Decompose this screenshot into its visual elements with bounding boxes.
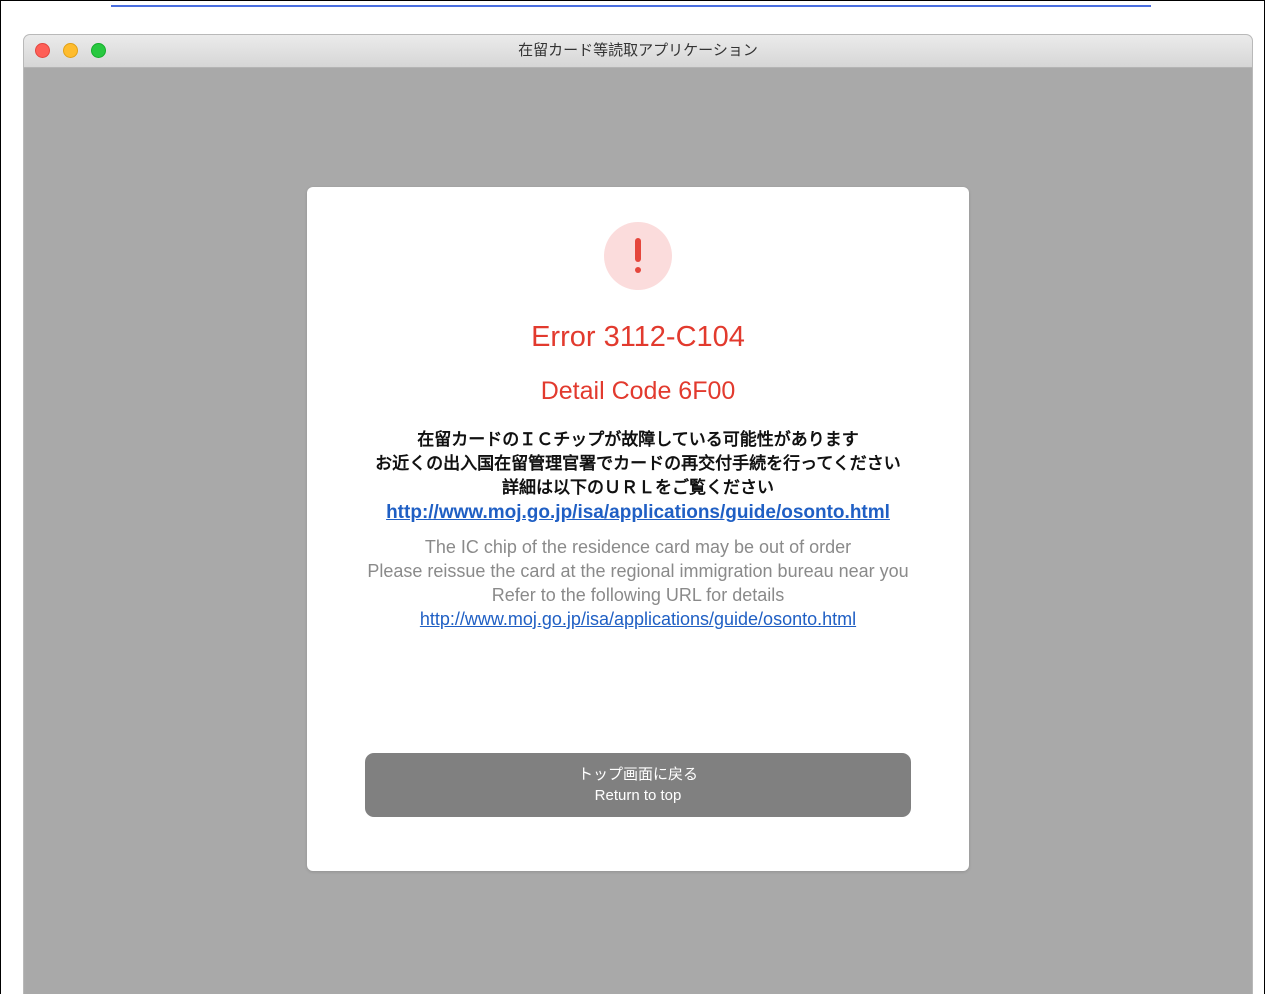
exclamation-dot xyxy=(635,267,641,273)
exclamation-bar xyxy=(635,238,641,262)
return-button-label-ja: トップ画面に戻る xyxy=(577,766,698,783)
screenshot-page: 在留カード等読取アプリケーション Error 3112-C104 Detail … xyxy=(0,0,1265,994)
window-title: 在留カード等読取アプリケーション xyxy=(518,42,758,59)
error-dialog: Error 3112-C104 Detail Code 6F00 在留カードのＩ… xyxy=(307,187,969,871)
japanese-message-line: 詳細は以下のＵＲＬをご覧ください xyxy=(502,478,774,497)
detail-code: Detail Code 6F00 xyxy=(540,377,736,405)
window-titlebar[interactable]: 在留カード等読取アプリケーション xyxy=(24,35,1252,68)
exclamation-circle-icon xyxy=(604,222,672,290)
app-window: 在留カード等読取アプリケーション Error 3112-C104 Detail … xyxy=(23,34,1253,994)
english-message-line: The IC chip of the residence card may be… xyxy=(424,537,852,557)
japanese-message-line: 在留カードのＩＣチップが故障している可能性があります xyxy=(417,430,859,449)
english-message-line: Please reissue the card at the regional … xyxy=(367,561,909,581)
english-message: The IC chip of the residence card may be… xyxy=(307,535,969,632)
japanese-message-line: お近くの出入国在留管理官署でカードの再交付手続を行ってください xyxy=(375,454,901,473)
english-guide-link[interactable]: http://www.moj.go.jp/isa/applications/gu… xyxy=(307,607,969,632)
japanese-guide-link[interactable]: http://www.moj.go.jp/isa/applications/gu… xyxy=(307,500,969,526)
return-to-top-button[interactable]: トップ画面に戻る Return to top xyxy=(365,753,911,817)
error-code-title: Error 3112-C104 xyxy=(531,321,745,353)
window-content: Error 3112-C104 Detail Code 6F00 在留カードのＩ… xyxy=(26,68,1250,994)
return-button-label-en: Return to top xyxy=(594,787,682,804)
english-message-line: Refer to the following URL for details xyxy=(491,585,785,605)
cropped-link-underline xyxy=(111,0,1151,7)
japanese-message: 在留カードのＩＣチップが故障している可能性があります お近くの出入国在留管理官署… xyxy=(307,428,969,526)
